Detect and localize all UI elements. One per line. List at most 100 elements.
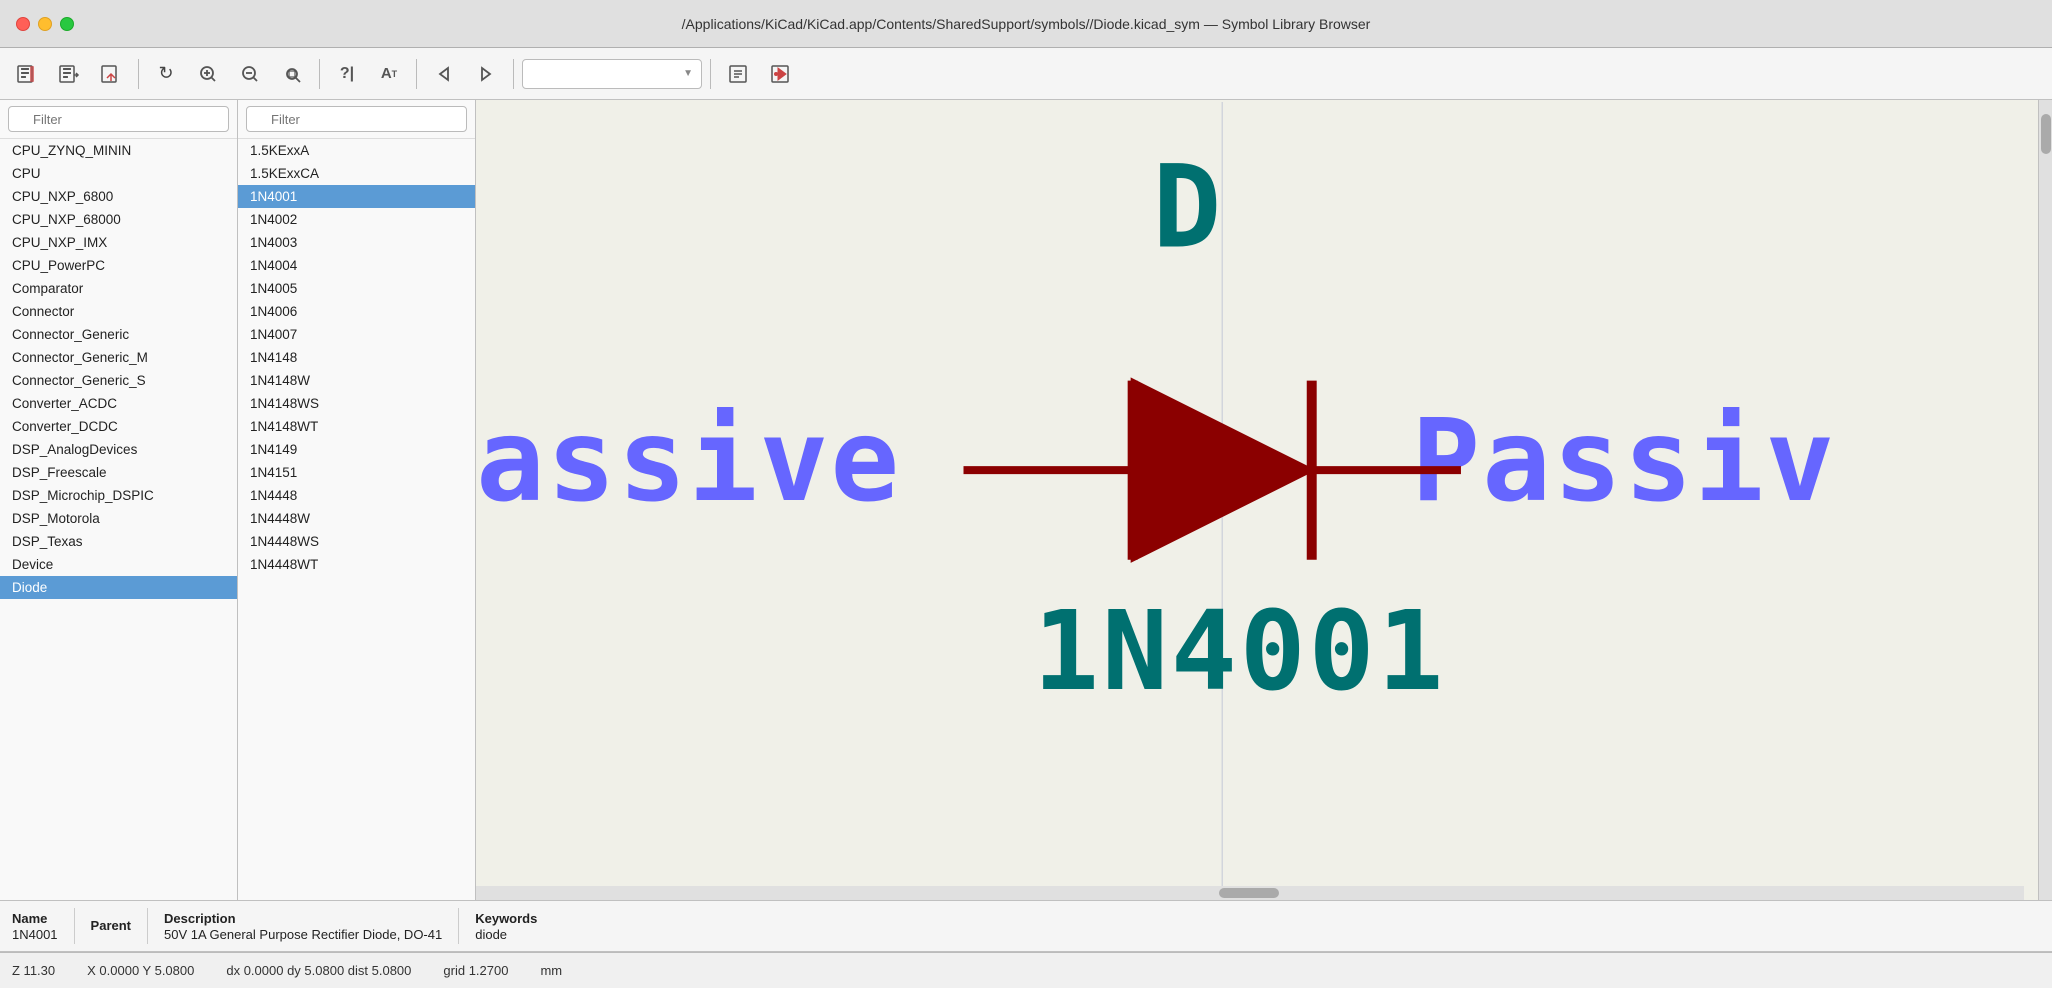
hscroll-thumb[interactable] bbox=[1219, 888, 1279, 898]
description-value: 50V 1A General Purpose Rectifier Diode, … bbox=[164, 927, 442, 942]
vertical-scrollbar[interactable] bbox=[2038, 100, 2052, 900]
separator-1 bbox=[138, 59, 139, 89]
library-list-item[interactable]: Connector_Generic_S bbox=[0, 369, 237, 392]
symbol-list-item[interactable]: 1N4151 bbox=[238, 461, 475, 484]
maximize-button[interactable] bbox=[60, 17, 74, 31]
load-cur-lib-button[interactable] bbox=[50, 55, 88, 93]
main-area: 🔍 CPU_ZYNQ_MININCPUCPU_NXP_6800CPU_NXP_6… bbox=[0, 100, 2052, 900]
keywords-header: Keywords bbox=[475, 911, 537, 926]
help-button[interactable]: ?| bbox=[328, 55, 366, 93]
separator-2 bbox=[319, 59, 320, 89]
description-column: Description 50V 1A General Purpose Recti… bbox=[164, 911, 442, 942]
library-list-item[interactable]: Connector_Generic_M bbox=[0, 346, 237, 369]
library-list-item[interactable]: Diode bbox=[0, 576, 237, 599]
library-list-item[interactable]: DSP_Motorola bbox=[0, 507, 237, 530]
library-list-item[interactable]: Device bbox=[0, 553, 237, 576]
close-button[interactable] bbox=[16, 17, 30, 31]
library-list-item[interactable]: Converter_ACDC bbox=[0, 392, 237, 415]
keywords-value: diode bbox=[475, 927, 537, 942]
schematic-button[interactable] bbox=[719, 55, 757, 93]
symbol-list-item[interactable]: 1N4448 bbox=[238, 484, 475, 507]
symbol-list: 1.5KExxA1.5KExxCA1N40011N40021N40031N400… bbox=[238, 139, 475, 900]
library-list-item[interactable]: DSP_Texas bbox=[0, 530, 237, 553]
toolbar: ↻ ?| AT ▼ bbox=[0, 48, 2052, 100]
separator-3 bbox=[416, 59, 417, 89]
library-list-item[interactable]: Connector bbox=[0, 300, 237, 323]
library-list-item[interactable]: Connector_Generic bbox=[0, 323, 237, 346]
canvas-svg: D 1N4001 assive Passiv bbox=[476, 100, 2038, 900]
library-list-item[interactable]: CPU_ZYNQ_MININ bbox=[0, 139, 237, 162]
symbol-list-item[interactable]: 1N4005 bbox=[238, 277, 475, 300]
zoom-fit-button[interactable] bbox=[273, 55, 311, 93]
symbol-list-item[interactable]: 1.5KExxCA bbox=[238, 162, 475, 185]
symbol-list-item[interactable]: 1N4004 bbox=[238, 254, 475, 277]
horizontal-scrollbar[interactable] bbox=[476, 886, 2024, 900]
svg-text:1N4001: 1N4001 bbox=[1033, 587, 1446, 715]
symbol-list-item[interactable]: 1N4002 bbox=[238, 208, 475, 231]
svg-text:Passiv: Passiv bbox=[1411, 394, 1836, 527]
library-list-item[interactable]: CPU_NXP_6800 bbox=[0, 185, 237, 208]
symbol-panel: 🔍 1.5KExxA1.5KExxCA1N40011N40021N40031N4… bbox=[238, 100, 476, 900]
library-filter-input[interactable] bbox=[8, 106, 229, 132]
canvas-area[interactable]: D 1N4001 assive Passiv bbox=[476, 100, 2038, 900]
symbol-list-item[interactable]: 1N4448WS bbox=[238, 530, 475, 553]
delta-status: dx 0.0000 dy 5.0800 dist 5.0800 bbox=[226, 963, 411, 978]
library-list-item[interactable]: Converter_DCDC bbox=[0, 415, 237, 438]
library-panel: 🔍 CPU_ZYNQ_MININCPUCPU_NXP_6800CPU_NXP_6… bbox=[0, 100, 238, 900]
zoom-out-button[interactable] bbox=[231, 55, 269, 93]
units-status: mm bbox=[540, 963, 562, 978]
gate-next-button[interactable] bbox=[467, 55, 505, 93]
symbol-list-item[interactable]: 1N4006 bbox=[238, 300, 475, 323]
symbol-list-item[interactable]: 1N4448W bbox=[238, 507, 475, 530]
symbol-filter-bar: 🔍 bbox=[238, 100, 475, 139]
place-symbol-button[interactable] bbox=[761, 55, 799, 93]
library-list-item[interactable]: DSP_AnalogDevices bbox=[0, 438, 237, 461]
grid-status: grid 1.2700 bbox=[443, 963, 508, 978]
zoom-status: Z 11.30 bbox=[12, 963, 55, 978]
load-lib-button[interactable] bbox=[8, 55, 46, 93]
symbol-list-item[interactable]: 1N4148WS bbox=[238, 392, 475, 415]
name-header: Name bbox=[12, 911, 58, 926]
library-list-item[interactable]: CPU bbox=[0, 162, 237, 185]
symbol-list-item[interactable]: 1N4148 bbox=[238, 346, 475, 369]
library-filter-bar: 🔍 bbox=[0, 100, 237, 139]
info-sep-3 bbox=[458, 908, 459, 944]
keywords-column: Keywords diode bbox=[475, 911, 537, 942]
parent-column: Parent bbox=[91, 918, 131, 934]
library-list: CPU_ZYNQ_MININCPUCPU_NXP_6800CPU_NXP_680… bbox=[0, 139, 237, 900]
symbol-filter-input[interactable] bbox=[246, 106, 467, 132]
description-header: Description bbox=[164, 911, 442, 926]
symbol-list-item[interactable]: 1N4007 bbox=[238, 323, 475, 346]
symbol-list-item[interactable]: 1N4149 bbox=[238, 438, 475, 461]
symbol-list-item[interactable]: 1N4003 bbox=[238, 231, 475, 254]
zoom-in-button[interactable] bbox=[189, 55, 227, 93]
chevron-down-icon: ▼ bbox=[683, 68, 693, 79]
library-list-item[interactable]: Comparator bbox=[0, 277, 237, 300]
symbol-list-item[interactable]: 1N4148W bbox=[238, 369, 475, 392]
titlebar: /Applications/KiCad/KiCad.app/Contents/S… bbox=[0, 0, 2052, 48]
symbol-list-item[interactable]: 1N4001 bbox=[238, 185, 475, 208]
window-title: /Applications/KiCad/KiCad.app/Contents/S… bbox=[682, 16, 1371, 32]
gate-prev-button[interactable] bbox=[425, 55, 463, 93]
minimize-button[interactable] bbox=[38, 17, 52, 31]
refresh-button[interactable]: ↻ bbox=[147, 55, 185, 93]
library-list-item[interactable]: CPU_NXP_68000 bbox=[0, 208, 237, 231]
symbol-list-item[interactable]: 1N4148WT bbox=[238, 415, 475, 438]
text-tool-button[interactable]: AT bbox=[370, 55, 408, 93]
separator-4 bbox=[513, 59, 514, 89]
info-bar: Name 1N4001 Parent Description 50V 1A Ge… bbox=[0, 900, 2052, 952]
traffic-lights bbox=[16, 17, 74, 31]
load-sym-button[interactable] bbox=[92, 55, 130, 93]
library-list-item[interactable]: DSP_Freescale bbox=[0, 461, 237, 484]
library-list-item[interactable]: CPU_NXP_IMX bbox=[0, 231, 237, 254]
svg-text:D: D bbox=[1153, 140, 1224, 273]
library-list-item[interactable]: DSP_Microchip_DSPIC bbox=[0, 484, 237, 507]
library-list-item[interactable]: CPU_PowerPC bbox=[0, 254, 237, 277]
separator-5 bbox=[710, 59, 711, 89]
symbol-list-item[interactable]: 1.5KExxA bbox=[238, 139, 475, 162]
name-value: 1N4001 bbox=[12, 927, 58, 942]
vscroll-thumb[interactable] bbox=[2041, 114, 2051, 154]
coords-status: X 0.0000 Y 5.0800 bbox=[87, 963, 194, 978]
symbol-list-item[interactable]: 1N4448WT bbox=[238, 553, 475, 576]
unit-dropdown[interactable]: ▼ bbox=[522, 59, 702, 89]
